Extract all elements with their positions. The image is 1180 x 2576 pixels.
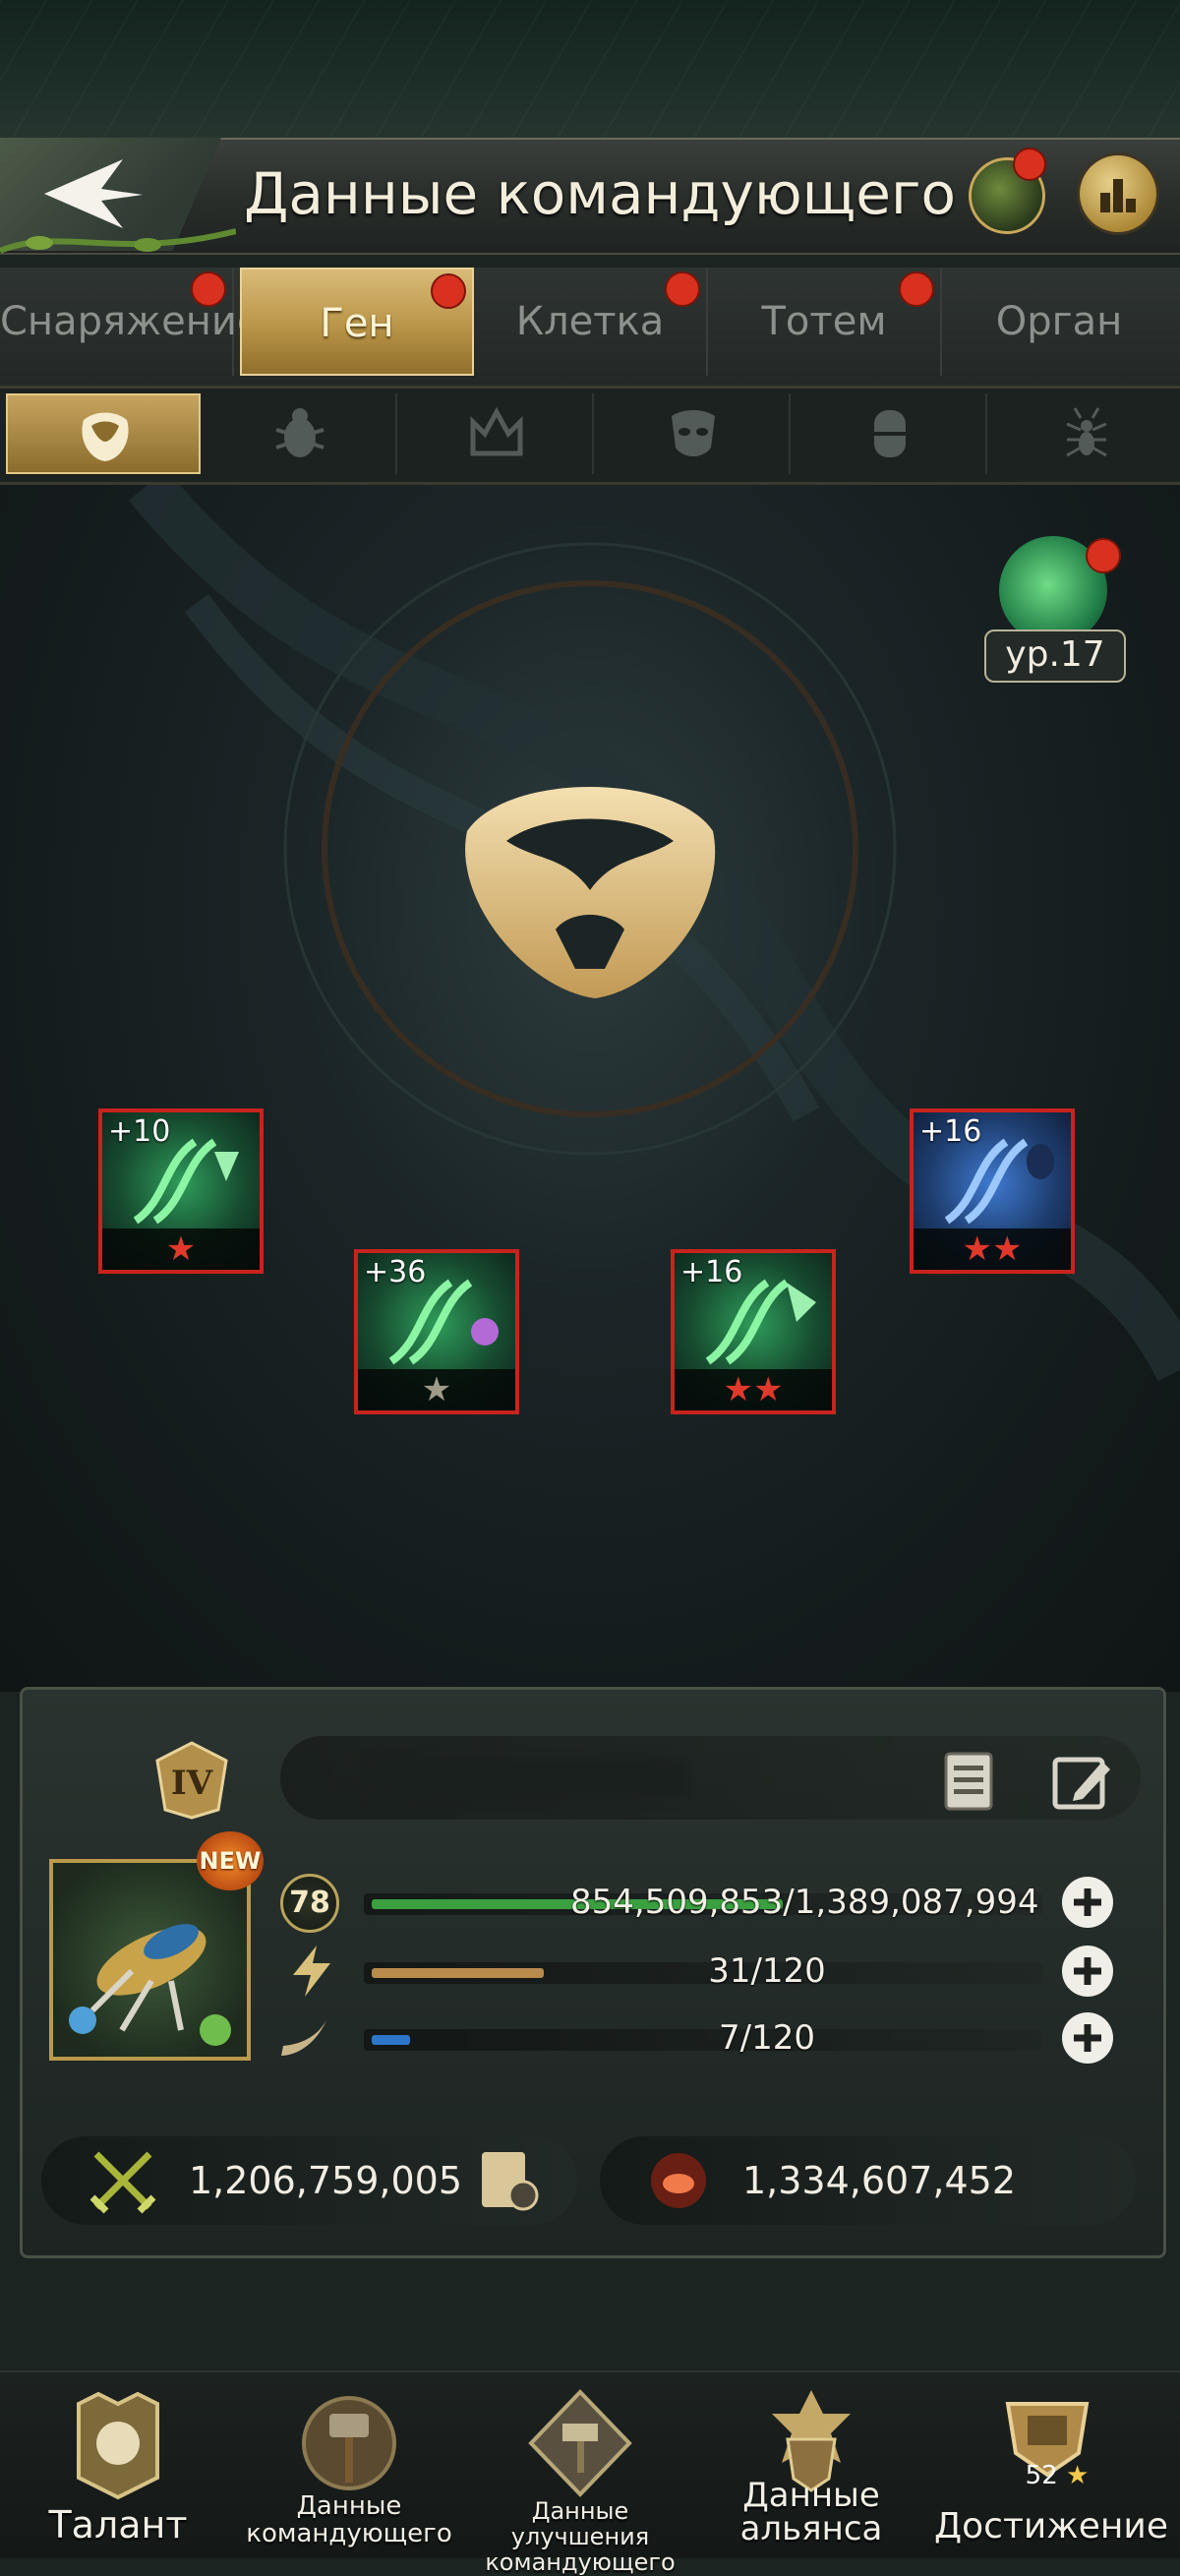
subtab-mask[interactable]	[596, 393, 791, 474]
add-energy-button[interactable]	[1062, 1946, 1113, 1997]
energy-value: 31/120	[708, 1951, 826, 1991]
bar-chart-icon	[1100, 179, 1136, 212]
mask-icon	[672, 410, 715, 456]
stamina-value: 7/120	[719, 2018, 815, 2058]
gene-card[interactable]: +10 ★	[98, 1108, 264, 1274]
nav-alliance-data[interactable]: Данные альянса	[698, 2380, 924, 2556]
subtab-crown[interactable]	[399, 393, 594, 474]
alert-dot	[431, 273, 466, 309]
subtab-capsule[interactable]	[793, 393, 987, 474]
crossed-swords-icon	[89, 2151, 156, 2214]
add-stamina-button[interactable]	[1062, 2012, 1113, 2064]
tab-label: Ген	[320, 301, 394, 346]
tab-gene[interactable]: Ген	[240, 268, 474, 376]
alert-dot	[1013, 148, 1046, 181]
alert-dot	[1086, 538, 1121, 573]
alert-dot	[899, 271, 934, 307]
gene-emblem-icon	[465, 787, 716, 998]
gene-stars: ★★	[914, 1228, 1071, 1270]
crown-icon	[470, 406, 523, 456]
nav-label: Данные альянса	[739, 2476, 883, 2548]
subtab-emblem[interactable]	[6, 393, 201, 474]
commander-hammer-icon	[302, 2396, 396, 2490]
gene-level: +10	[108, 1114, 171, 1149]
achievement-count-value: 52	[1025, 2461, 1058, 2490]
alert-dot	[191, 271, 226, 307]
kills-icon	[651, 2153, 706, 2208]
kills-value: 1,334,607,452	[742, 2159, 1017, 2202]
stamina-bar-fill	[372, 2035, 410, 2045]
hp-row: 854,509,853/1,389,087,994	[285, 1877, 1113, 1928]
lightning-icon	[293, 1946, 330, 1997]
gene-subtabs	[0, 389, 1180, 485]
nav-label: Талант	[48, 2503, 188, 2546]
notes-button[interactable]	[934, 1746, 1003, 1815]
main-tabs: Снаряжение Ген Клетка Тотем Орган	[0, 268, 1180, 389]
tab-label: Клетка	[515, 299, 665, 344]
nav-achievement[interactable]: 52 ★ Достижение	[934, 2380, 1168, 2556]
capsule-icon	[874, 410, 906, 457]
gene-card[interactable]: +36 ★	[354, 1249, 519, 1414]
gene-card[interactable]: +16 ★★	[671, 1249, 836, 1414]
talent-crest-icon	[77, 2391, 159, 2500]
page-title: Данные командующего	[244, 160, 956, 227]
stamina-row: 7/120	[281, 2012, 1113, 2064]
rank-numeral: IV	[171, 1764, 213, 1803]
nav-talent[interactable]: Талант	[5, 2380, 231, 2556]
skull-emblem-icon	[82, 412, 129, 461]
add-hp-button[interactable]	[1062, 1877, 1113, 1928]
commander-name-redacted	[374, 1761, 688, 1796]
nav-label: Достижение	[934, 2506, 1168, 2546]
scroll-clock-icon[interactable]	[474, 2146, 543, 2215]
energy-row: 31/120	[285, 1946, 1113, 1997]
star-icon: ★	[1057, 2461, 1090, 2490]
hp-value: 854,509,853/1,389,087,994	[570, 1883, 1039, 1922]
upgrade-scroll-icon	[528, 2389, 632, 2497]
gene-level-badge[interactable]: ур.17	[979, 536, 1127, 684]
edit-name-button[interactable]	[1047, 1746, 1116, 1815]
new-badge: NEW	[197, 1831, 264, 1890]
mecha-ant-icon	[69, 1924, 231, 2046]
ranking-button[interactable]	[1080, 155, 1156, 232]
subtab-ant[interactable]	[989, 393, 1180, 474]
edit-icon	[1052, 1757, 1110, 1810]
nav-label: Данные командующего	[246, 2491, 452, 2548]
nav-upgrade-data[interactable]: Данные улучшения командующего	[467, 2380, 693, 2575]
kills-box: 1,334,607,452	[600, 2136, 1136, 2225]
gene-level: +16	[680, 1255, 743, 1289]
tab-label: Тотем	[761, 299, 887, 344]
document-icon	[944, 1752, 993, 1811]
vine-decoration	[0, 228, 236, 254]
rank-medal-icon: IV	[155, 1741, 228, 1820]
gene-stars: ★	[358, 1369, 515, 1410]
tab-cell[interactable]: Клетка	[474, 268, 708, 376]
tab-label: Снаряжение	[0, 299, 262, 344]
tab-organ[interactable]: Орган	[942, 268, 1176, 376]
achievement-count: 52 ★	[1018, 2461, 1096, 2490]
tab-label: Орган	[995, 299, 1123, 344]
gene-level: +36	[364, 1255, 427, 1289]
gene-level: +16	[919, 1114, 982, 1149]
beetle-icon	[275, 408, 324, 457]
back-arrow-icon	[44, 159, 143, 228]
horn-icon	[281, 2020, 326, 2056]
tab-equipment[interactable]: Снаряжение	[0, 268, 261, 376]
tab-totem[interactable]: Тотем	[708, 268, 942, 376]
alert-dot	[665, 271, 700, 307]
gene-card[interactable]: +16 ★★	[910, 1108, 1075, 1274]
power-value: 1,206,759,005	[189, 2159, 463, 2202]
subtab-beetle[interactable]	[203, 393, 397, 474]
gene-stars: ★★	[675, 1369, 832, 1410]
ant-icon	[1066, 407, 1107, 457]
gene-level-label: ур.17	[984, 629, 1126, 683]
top-status-area	[0, 0, 1180, 138]
gene-stars: ★	[102, 1228, 260, 1270]
nav-label: Данные улучшения командующего	[485, 2497, 676, 2576]
nav-commander-data[interactable]: Данные командующего	[236, 2380, 462, 2556]
energy-bar-fill	[372, 1968, 544, 1978]
power-box: 1,206,759,005	[41, 2136, 577, 2225]
